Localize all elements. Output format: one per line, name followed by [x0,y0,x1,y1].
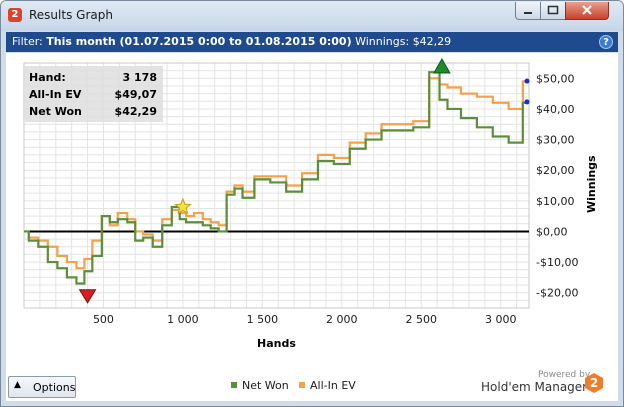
legend-all-in-ev: All-In EV [299,379,356,392]
x-tick-label: 3 000 [485,313,517,326]
stat-value: $42,29 [114,105,157,118]
legend-label: Net Won [242,379,289,392]
brand-logo-text: 2 [590,376,598,390]
results-graph-window: 2 Results Graph Filter: This month (01.0… [0,0,624,407]
results-chart: -$20,00 -$10,00 $0,00 $10,00 $20,00 $30,00 $40… [23,57,578,326]
stats-box: Hand: 3 178 All-In EV $49,07 Net Won $42,29 [23,66,163,122]
stat-row-net-won: Net Won $42,29 [29,105,157,121]
y-tick-label: -$10,00 [536,256,578,269]
y-tick-label: $0,00 [536,225,568,238]
stat-key: Net Won [29,105,82,118]
x-axis-label: Hands [257,337,296,350]
stat-value: 3 178 [122,71,157,84]
x-tick-label: 1 500 [247,313,279,326]
y-tick-label: $10,00 [536,195,575,208]
stat-row-all-in-ev: All-In EV $49,07 [29,88,157,104]
y-tick-label: -$20,00 [536,287,578,300]
stat-key: Hand: [29,71,66,84]
x-tick-label: 500 [93,313,114,326]
legend-label: All-In EV [310,379,356,392]
options-label: Options [33,381,76,394]
options-button[interactable]: ▲ Options [8,376,76,398]
y-axis-label: Winnings [585,155,598,213]
end-net-won-dot [524,99,530,105]
end-all-in-ev-dot [524,78,530,84]
x-tick-label: 1 000 [167,313,199,326]
stat-row-hands: Hand: 3 178 [29,71,157,87]
y-tick-label: $50,00 [536,72,575,85]
brand-name: Hold'em Manager [481,380,588,394]
y-tick-label: $20,00 [536,164,575,177]
stat-value: $49,07 [114,88,157,101]
stat-key: All-In EV [29,88,82,101]
hem2-logo-icon: 2 [585,373,603,393]
x-tick-label: 2 000 [326,313,358,326]
best-point-marker [433,57,451,74]
all-in-ev-swatch [299,382,305,388]
x-tick-label: 2 500 [406,313,438,326]
expand-up-icon: ▲ [14,380,21,390]
y-tick-label: $40,00 [536,103,575,116]
y-tick-label: $30,00 [536,134,575,147]
net-won-swatch [231,382,237,388]
y-axis-label-wrap: Winnings [585,155,623,226]
legend-net-won: Net Won [231,379,289,392]
